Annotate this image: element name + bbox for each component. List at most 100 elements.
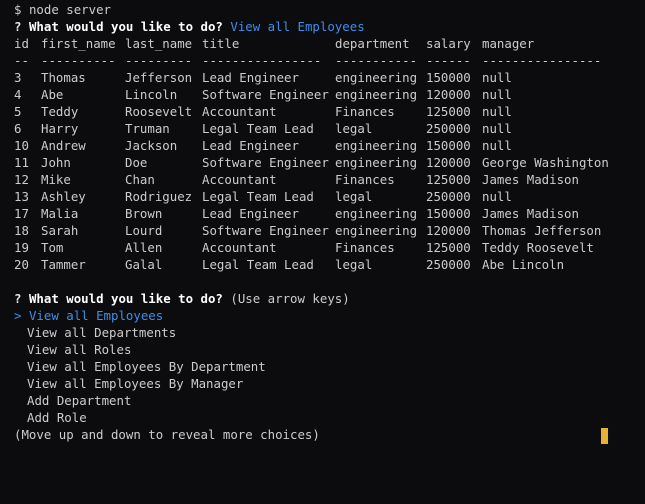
choice-item[interactable]: View all Departments [27, 324, 176, 341]
cell-last-name: Jackson [125, 138, 178, 153]
cell-manager: null [482, 121, 512, 136]
cell-title: ---------------- [202, 53, 322, 68]
cell-title: Lead Engineer [202, 138, 299, 153]
cell-manager: ---------------- [482, 53, 602, 68]
cell-last-name: last_name [125, 36, 193, 51]
cell-id: 3 [14, 70, 22, 85]
cell-first-name: Ashley [41, 189, 86, 204]
cell-first-name: Abe [41, 87, 64, 102]
cell-id: 20 [14, 257, 29, 272]
cell-department: engineering [335, 87, 418, 102]
cell-title: Lead Engineer [202, 70, 299, 85]
cell-manager: George Washington [482, 155, 609, 170]
cell-first-name: Mike [41, 172, 71, 187]
cell-first-name: Tammer [41, 257, 86, 272]
terminal-window[interactable]: $ node server ? What would you like to d… [0, 0, 645, 504]
choice-label: View all Employees [28, 308, 164, 323]
cell-department: engineering [335, 206, 418, 221]
cell-manager: null [482, 189, 512, 204]
cell-id: 12 [14, 172, 29, 187]
cell-department: engineering [335, 138, 418, 153]
cell-manager: null [482, 138, 512, 153]
selection-pointer-icon: > [14, 308, 22, 323]
cell-title: Accountant [202, 240, 277, 255]
cell-title: Software Engineer [202, 87, 329, 102]
cell-id: 4 [14, 87, 22, 102]
cell-salary: 150000 [426, 138, 471, 153]
cell-salary: 125000 [426, 240, 471, 255]
choice-item[interactable]: View all Employees By Manager [27, 375, 243, 392]
cell-title: Legal Team Lead [202, 257, 314, 272]
cell-salary: 120000 [426, 223, 471, 238]
cell-last-name: Allen [125, 240, 163, 255]
cell-id: -- [14, 53, 29, 68]
question-1: ? What would you like to do? View all Em… [14, 18, 365, 35]
question-hint: (Use arrow keys) [230, 291, 350, 306]
cell-title: Legal Team Lead [202, 189, 314, 204]
cell-first-name: Thomas [41, 70, 86, 85]
cell-id: 17 [14, 206, 29, 221]
question-2: ? What would you like to do? (Use arrow … [14, 290, 350, 307]
cell-last-name: Roosevelt [125, 104, 193, 119]
cell-last-name: Lincoln [125, 87, 178, 102]
command-line: $ node server [14, 1, 111, 18]
cell-manager: null [482, 87, 512, 102]
choice-item[interactable]: Add Role [27, 409, 87, 426]
cell-id: 10 [14, 138, 29, 153]
choice-item[interactable]: View all Employees By Department [27, 358, 266, 375]
cell-salary: 250000 [426, 189, 471, 204]
text-cursor [601, 428, 608, 444]
cell-first-name: Tom [41, 240, 64, 255]
cell-manager: null [482, 70, 512, 85]
choice-item[interactable]: Add Department [27, 392, 131, 409]
cell-title: Software Engineer [202, 155, 329, 170]
cell-manager: null [482, 104, 512, 119]
cell-salary: 125000 [426, 104, 471, 119]
cell-manager: Teddy Roosevelt [482, 240, 594, 255]
cell-last-name: Galal [125, 257, 163, 272]
cell-id: 13 [14, 189, 29, 204]
question-mark: ? [14, 291, 22, 306]
cell-department: engineering [335, 70, 418, 85]
cell-last-name: Lourd [125, 223, 163, 238]
cell-id: 5 [14, 104, 22, 119]
cell-id: 6 [14, 121, 22, 136]
cell-salary: 120000 [426, 87, 471, 102]
cell-department: Finances [335, 104, 395, 119]
cell-title: Software Engineer [202, 223, 329, 238]
choice-item[interactable]: View all Roles [27, 341, 131, 358]
choice-item-selected[interactable]: > View all Employees [14, 307, 163, 324]
choice-label: View all Departments [27, 325, 177, 340]
cell-salary: 150000 [426, 206, 471, 221]
cell-manager: manager [482, 36, 535, 51]
cell-first-name: John [41, 155, 71, 170]
cell-department: department [335, 36, 410, 51]
choice-label: Add Department [27, 393, 132, 408]
cell-department: Finances [335, 240, 395, 255]
question-answer: View all Employees [230, 19, 365, 34]
cell-last-name: Truman [125, 121, 170, 136]
cell-department: legal [335, 189, 373, 204]
cell-manager: Abe Lincoln [482, 257, 565, 272]
cell-first-name: Sarah [41, 223, 79, 238]
cell-first-name: Teddy [41, 104, 79, 119]
cell-first-name: Malia [41, 206, 79, 221]
question-text: What would you like to do? [28, 291, 223, 306]
choice-label: Add Role [27, 410, 87, 425]
cell-title: Accountant [202, 172, 277, 187]
cell-manager: James Madison [482, 206, 579, 221]
cell-manager: James Madison [482, 172, 579, 187]
cell-first-name: ---------- [41, 53, 116, 68]
cell-first-name: Harry [41, 121, 79, 136]
question-text: What would you like to do? [28, 19, 223, 34]
cell-last-name: Jefferson [125, 70, 193, 85]
choice-label: View all Employees By Department [27, 359, 266, 374]
shell-prompt-symbol: $ [14, 2, 22, 17]
cell-title: Legal Team Lead [202, 121, 314, 136]
cell-last-name: Doe [125, 155, 148, 170]
cell-last-name: Brown [125, 206, 163, 221]
cell-id: 19 [14, 240, 29, 255]
choices-footer: (Move up and down to reveal more choices… [14, 427, 320, 442]
cell-id: 11 [14, 155, 29, 170]
cell-salary: salary [426, 36, 471, 51]
